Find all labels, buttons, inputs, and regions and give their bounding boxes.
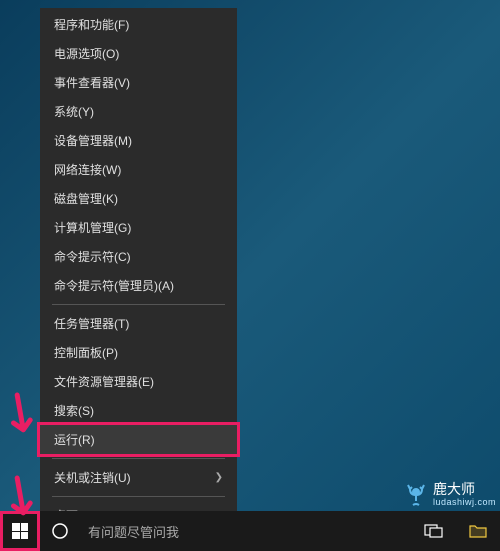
menu-item-system[interactable]: 系统(Y) [40, 97, 237, 126]
cortana-icon [51, 522, 69, 540]
cortana-button[interactable] [40, 511, 80, 551]
menu-divider [52, 304, 225, 305]
menu-item-event-viewer[interactable]: 事件查看器(V) [40, 68, 237, 97]
search-input[interactable]: 有问题尽管问我 [80, 511, 310, 551]
menu-item-disk-management[interactable]: 磁盘管理(K) [40, 184, 237, 213]
menu-item-file-explorer[interactable]: 文件资源管理器(E) [40, 367, 237, 396]
watermark-title: 鹿大师 [433, 482, 496, 497]
menu-item-power-options[interactable]: 电源选项(O) [40, 39, 237, 68]
deer-icon [402, 481, 430, 509]
menu-item-task-manager[interactable]: 任务管理器(T) [40, 309, 237, 338]
task-view-icon [424, 524, 444, 538]
menu-item-network-connections[interactable]: 网络连接(W) [40, 155, 237, 184]
menu-divider [52, 458, 225, 459]
menu-item-command-prompt[interactable]: 命令提示符(C) [40, 242, 237, 271]
menu-item-shutdown-signout[interactable]: 关机或注销(U) ❯ [40, 463, 237, 492]
menu-item-programs-features[interactable]: 程序和功能(F) [40, 10, 237, 39]
menu-item-command-prompt-admin[interactable]: 命令提示符(管理员)(A) [40, 271, 237, 300]
taskbar: 有问题尽管问我 [0, 511, 500, 551]
menu-item-search[interactable]: 搜索(S) [40, 396, 237, 425]
taskbar-app-button[interactable] [456, 511, 500, 551]
folder-icon [468, 523, 488, 539]
watermark: 鹿大师 ludashiwj.com [402, 481, 496, 509]
chevron-right-icon: ❯ [215, 472, 223, 483]
menu-item-computer-management[interactable]: 计算机管理(G) [40, 213, 237, 242]
watermark-subtitle: ludashiwj.com [433, 498, 496, 508]
menu-divider [52, 496, 225, 497]
menu-item-device-manager[interactable]: 设备管理器(M) [40, 126, 237, 155]
menu-item-run[interactable]: 运行(R) [37, 422, 240, 457]
menu-item-control-panel[interactable]: 控制面板(P) [40, 338, 237, 367]
task-view-button[interactable] [412, 511, 456, 551]
winx-context-menu: 程序和功能(F) 电源选项(O) 事件查看器(V) 系统(Y) 设备管理器(M)… [40, 8, 237, 532]
